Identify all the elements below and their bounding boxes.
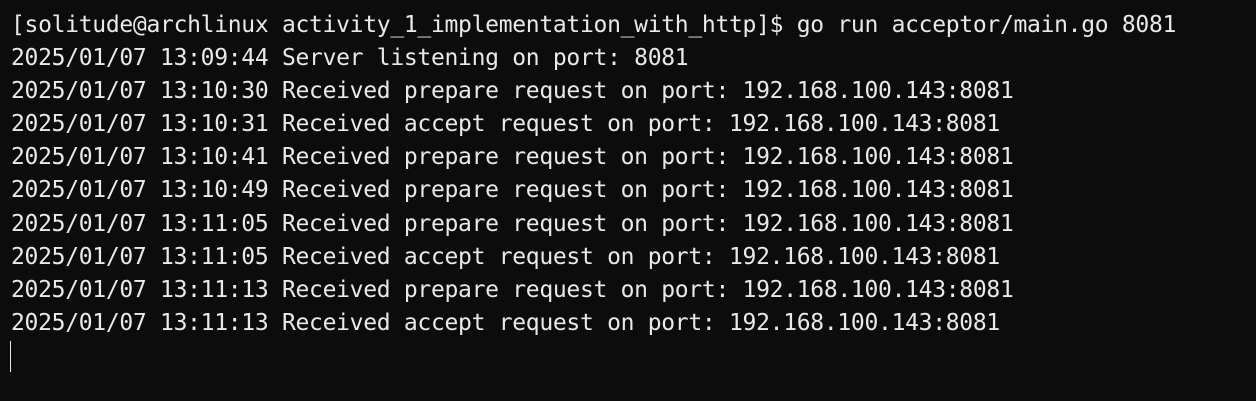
- log-line: 2025/01/07 13:11:05 Received prepare req…: [11, 210, 1014, 237]
- log-line: 2025/01/07 13:10:41 Received prepare req…: [11, 144, 1014, 171]
- terminal-output: [solitude@archlinux activity_1_implement…: [11, 9, 1256, 340]
- log-line: 2025/01/07 13:10:49 Received prepare req…: [11, 177, 1014, 204]
- log-line: 2025/01/07 13:11:13 Received accept requ…: [11, 309, 1000, 336]
- command-prompt-line: [solitude@archlinux activity_1_implement…: [11, 12, 1177, 38]
- log-line: 2025/01/07 13:11:05 Received accept requ…: [11, 243, 1000, 270]
- log-line: 2025/01/07 13:10:31 Received accept requ…: [11, 111, 1000, 138]
- log-line: 2025/01/07 13:11:13 Received prepare req…: [11, 276, 1014, 303]
- log-line: 2025/01/07 13:10:30 Received prepare req…: [11, 78, 1014, 105]
- terminal-window[interactable]: [solitude@archlinux activity_1_implement…: [0, 0, 1256, 401]
- log-line: 2025/01/07 13:09:44 Server listening on …: [11, 45, 689, 72]
- text-cursor: [10, 341, 11, 372]
